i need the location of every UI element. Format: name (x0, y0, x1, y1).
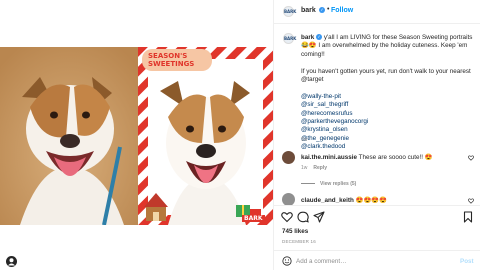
caption-line-1: y'all I am LIVING for these Season Sweet… (301, 34, 473, 58)
artwork-brand: BARK (242, 215, 265, 222)
verified-icon: ✓ (319, 7, 325, 13)
comments-scroll-area[interactable]: BARK bark ✓ y'all I am LIVING for these … (274, 25, 480, 205)
separator-dot: • (327, 6, 330, 13)
comment-icon[interactable] (297, 211, 309, 223)
caption: bark ✓ y'all I am LIVING for these Seaso… (301, 34, 477, 152)
comment-1-meta: 1w Reply (301, 165, 327, 171)
comment-2-text: 😍😍😍😍 (355, 197, 387, 204)
author-username[interactable]: bark (301, 7, 316, 14)
post-header: BARK bark ✓ • Follow (274, 0, 480, 24)
action-bar (274, 205, 480, 227)
caption-tag-2[interactable]: @herecomesrufus (301, 110, 477, 118)
comment-like-heart-icon[interactable] (468, 155, 474, 161)
caption-tag-1[interactable]: @sir_sal_thegriff (301, 101, 477, 109)
caption-avatar[interactable]: BARK (283, 33, 297, 44)
add-comment-bar: Post (274, 250, 480, 270)
caption-tag-5[interactable]: @the_genegenie (301, 135, 477, 143)
comment-1-username[interactable]: kai.the.mini.aussie (301, 154, 357, 161)
caption-line-2: If you haven't gotten yours yet, run don… (301, 67, 471, 84)
dog-photo (0, 47, 138, 225)
view-replies-button[interactable]: View replies (5) (301, 181, 356, 187)
follow-button[interactable]: Follow (331, 7, 353, 14)
caption-tag-0[interactable]: @wally-the-pit (301, 93, 477, 101)
post-media: SEASON'S SWEETINGS BARK (0, 0, 273, 270)
comment-1-time: 1w (301, 165, 308, 171)
add-comment-input[interactable] (296, 255, 446, 267)
caption-avatar-text: BARK (284, 36, 297, 41)
comment-avatar[interactable] (282, 151, 295, 164)
account-circle-icon[interactable] (6, 256, 17, 267)
holiday-portrait: SEASON'S SWEETINGS BARK (138, 47, 273, 225)
bookmark-icon[interactable] (462, 211, 474, 223)
caption-tag-4[interactable]: @krystina_olsen (301, 126, 477, 134)
comment-1-reply-button[interactable]: Reply (313, 165, 327, 171)
comment-1-text: These are soooo cute!! 😍 (358, 154, 433, 161)
post-sidebar: BARK bark ✓ • Follow BARK bark ✓ y'all I… (273, 0, 480, 270)
heart-icon[interactable] (281, 211, 293, 223)
author-avatar-text: BARK (284, 9, 297, 14)
comment-1: kai.the.mini.aussie These are soooo cute… (301, 153, 433, 161)
caption-username[interactable]: bark (301, 34, 314, 41)
post-comment-button[interactable]: Post (460, 258, 474, 265)
artwork-title-2: SWEETINGS (148, 60, 195, 68)
caption-verified-icon: ✓ (316, 34, 323, 41)
author-avatar[interactable]: BARK (283, 6, 297, 17)
media-carousel[interactable]: SEASON'S SWEETINGS BARK (0, 47, 273, 225)
comment-avatar[interactable] (282, 193, 295, 205)
holiday-portrait-illustration (138, 47, 273, 225)
caption-tag-6[interactable]: @clark.thedood (301, 143, 477, 151)
comment-2-username[interactable]: claude_and_keith (301, 197, 354, 204)
comment-2: claude_and_keith 😍😍😍😍 (301, 196, 387, 204)
caption-time: 1w (301, 137, 308, 143)
post-date: DECEMBER 16 (282, 239, 316, 244)
caption-tag-3[interactable]: @parkertheveganocorgi (301, 118, 477, 126)
comment-like-heart-icon[interactable] (468, 198, 474, 204)
share-icon[interactable] (313, 211, 325, 223)
dog-photo-illustration (0, 47, 138, 225)
likes-count[interactable]: 745 likes (282, 228, 308, 235)
emoji-icon[interactable] (282, 256, 292, 266)
view-replies-label: View replies (5) (320, 181, 357, 187)
artwork-title-1: SEASON'S (148, 52, 188, 60)
